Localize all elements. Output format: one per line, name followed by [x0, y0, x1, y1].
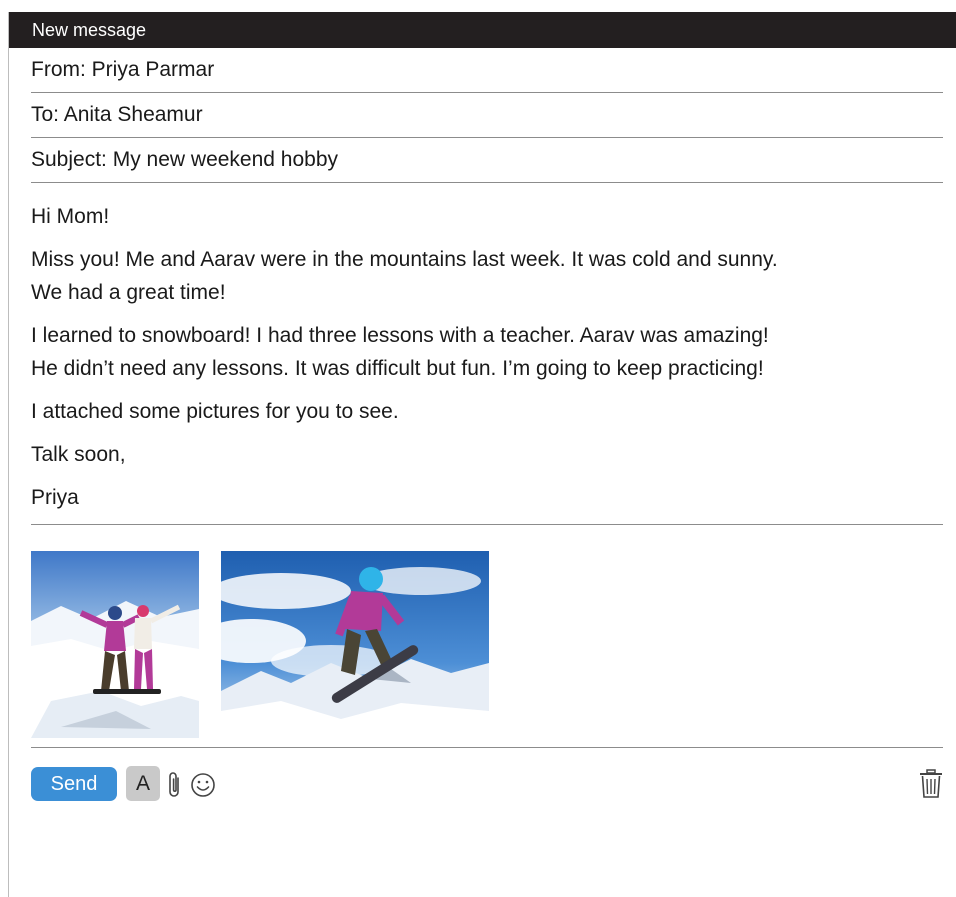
paragraph-1-line-1: Miss you! Me and Aarav were in the mount…	[31, 248, 778, 271]
message-body[interactable]: Hi Mom! Miss you! Me and Aarav were in t…	[31, 200, 943, 514]
send-button[interactable]: Send	[31, 767, 117, 801]
window-title: New message	[9, 12, 956, 48]
trash-icon[interactable]	[918, 768, 944, 800]
attachments-area	[9, 525, 956, 747]
smiley-icon[interactable]	[190, 772, 216, 798]
text-format-button[interactable]: A	[126, 766, 160, 801]
paperclip-icon[interactable]	[166, 770, 184, 800]
paragraph-3: I attached some pictures for you to see.	[31, 400, 399, 423]
paragraph-1-line-2: We had a great time!	[31, 281, 226, 304]
to-field[interactable]: To: Anita Sheamur	[31, 93, 943, 138]
signature-text: Priya	[31, 486, 79, 509]
paragraph-2-line-1: I learned to snowboard! I had three less…	[31, 324, 769, 347]
from-field[interactable]: From: Priya Parmar	[31, 48, 943, 93]
closing-text: Talk soon,	[31, 443, 126, 466]
paragraph-2-line-2: He didn’t need any lessons. It was diffi…	[31, 357, 764, 380]
subject-field[interactable]: Subject: My new weekend hobby	[31, 138, 943, 183]
attachment-photo-1[interactable]	[31, 551, 199, 738]
paragraph-1: Miss you! Me and Aarav were in the mount…	[31, 243, 943, 309]
paragraph-2: I learned to snowboard! I had three less…	[31, 319, 943, 385]
snowboarders-photo-image	[31, 551, 199, 738]
compose-window: New message From: Priya Parmar To: Anita…	[8, 12, 956, 897]
greeting-text: Hi Mom!	[31, 205, 110, 228]
attachment-photo-2[interactable]	[221, 551, 489, 738]
snowboard-jump-photo-image	[221, 551, 489, 738]
compose-toolbar: Send A	[9, 748, 956, 812]
